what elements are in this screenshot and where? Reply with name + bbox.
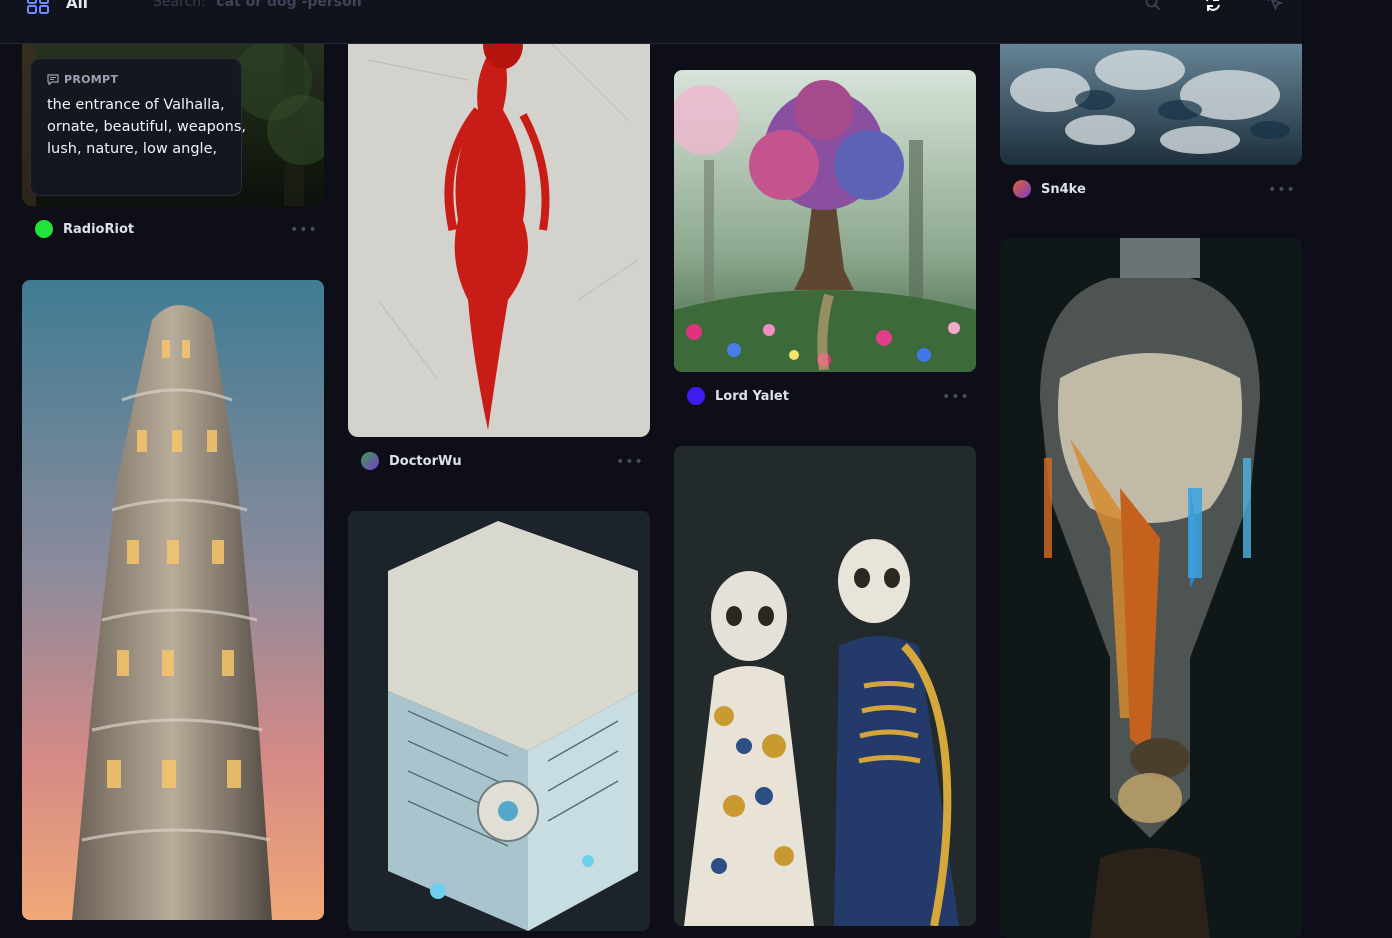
image-card-jar-skull[interactable] xyxy=(1000,238,1302,938)
author-name: Sn4ke xyxy=(1041,181,1086,197)
more-options-button[interactable]: ••• xyxy=(290,222,318,238)
image-card-tower[interactable] xyxy=(22,280,324,920)
jar-skull-image xyxy=(1000,238,1302,938)
avatar xyxy=(687,387,705,405)
search-icon[interactable] xyxy=(1144,0,1162,12)
category-label[interactable]: All xyxy=(66,0,88,12)
prompt-heading-label: PROMPT xyxy=(64,73,119,86)
search-bar: Search: xyxy=(153,0,517,10)
top-bar: All Search: xyxy=(0,0,1302,44)
refresh-icon[interactable] xyxy=(1204,0,1222,12)
author-radioriot[interactable]: RadioRiot xyxy=(35,220,134,238)
image-card-isometric-machine[interactable] xyxy=(348,511,650,931)
cursor-select-icon[interactable] xyxy=(1266,0,1284,12)
avatar xyxy=(1013,180,1031,198)
search-prefix: Search: xyxy=(153,0,206,10)
message-icon xyxy=(47,74,59,85)
more-options-button[interactable]: ••• xyxy=(942,389,970,405)
avatar xyxy=(361,452,379,470)
author-name: Lord Yalet xyxy=(715,388,789,404)
search-input[interactable] xyxy=(216,0,517,10)
prompt-heading: PROMPT xyxy=(47,73,241,86)
author-sn4ke[interactable]: Sn4ke xyxy=(1013,180,1086,198)
author-doctorwu[interactable]: DoctorWu xyxy=(361,452,462,470)
category-grid-icon[interactable] xyxy=(26,0,50,14)
page-gutter xyxy=(1314,0,1392,901)
image-card-flower-tree[interactable] xyxy=(674,70,976,372)
flower-tree-image xyxy=(674,70,976,372)
more-options-button[interactable]: ••• xyxy=(1268,182,1296,198)
image-card-skeleton-couple[interactable] xyxy=(674,446,976,926)
skeleton-couple-image xyxy=(674,446,976,926)
isometric-machine-image xyxy=(348,511,650,931)
author-name: DoctorWu xyxy=(389,453,462,469)
author-name: RadioRiot xyxy=(63,221,135,237)
image-card-red-figure[interactable] xyxy=(348,0,650,437)
more-options-button[interactable]: ••• xyxy=(616,454,644,470)
futuristic-tower-image xyxy=(22,280,324,920)
prompt-text: the entrance of Valhalla, ornate, beauti… xyxy=(47,97,247,157)
red-figure-image xyxy=(348,0,650,437)
author-lordyalet[interactable]: Lord Yalet xyxy=(687,387,789,405)
avatar xyxy=(35,220,53,238)
prompt-tooltip: PROMPT the entrance of Valhalla, ornate,… xyxy=(30,58,246,196)
